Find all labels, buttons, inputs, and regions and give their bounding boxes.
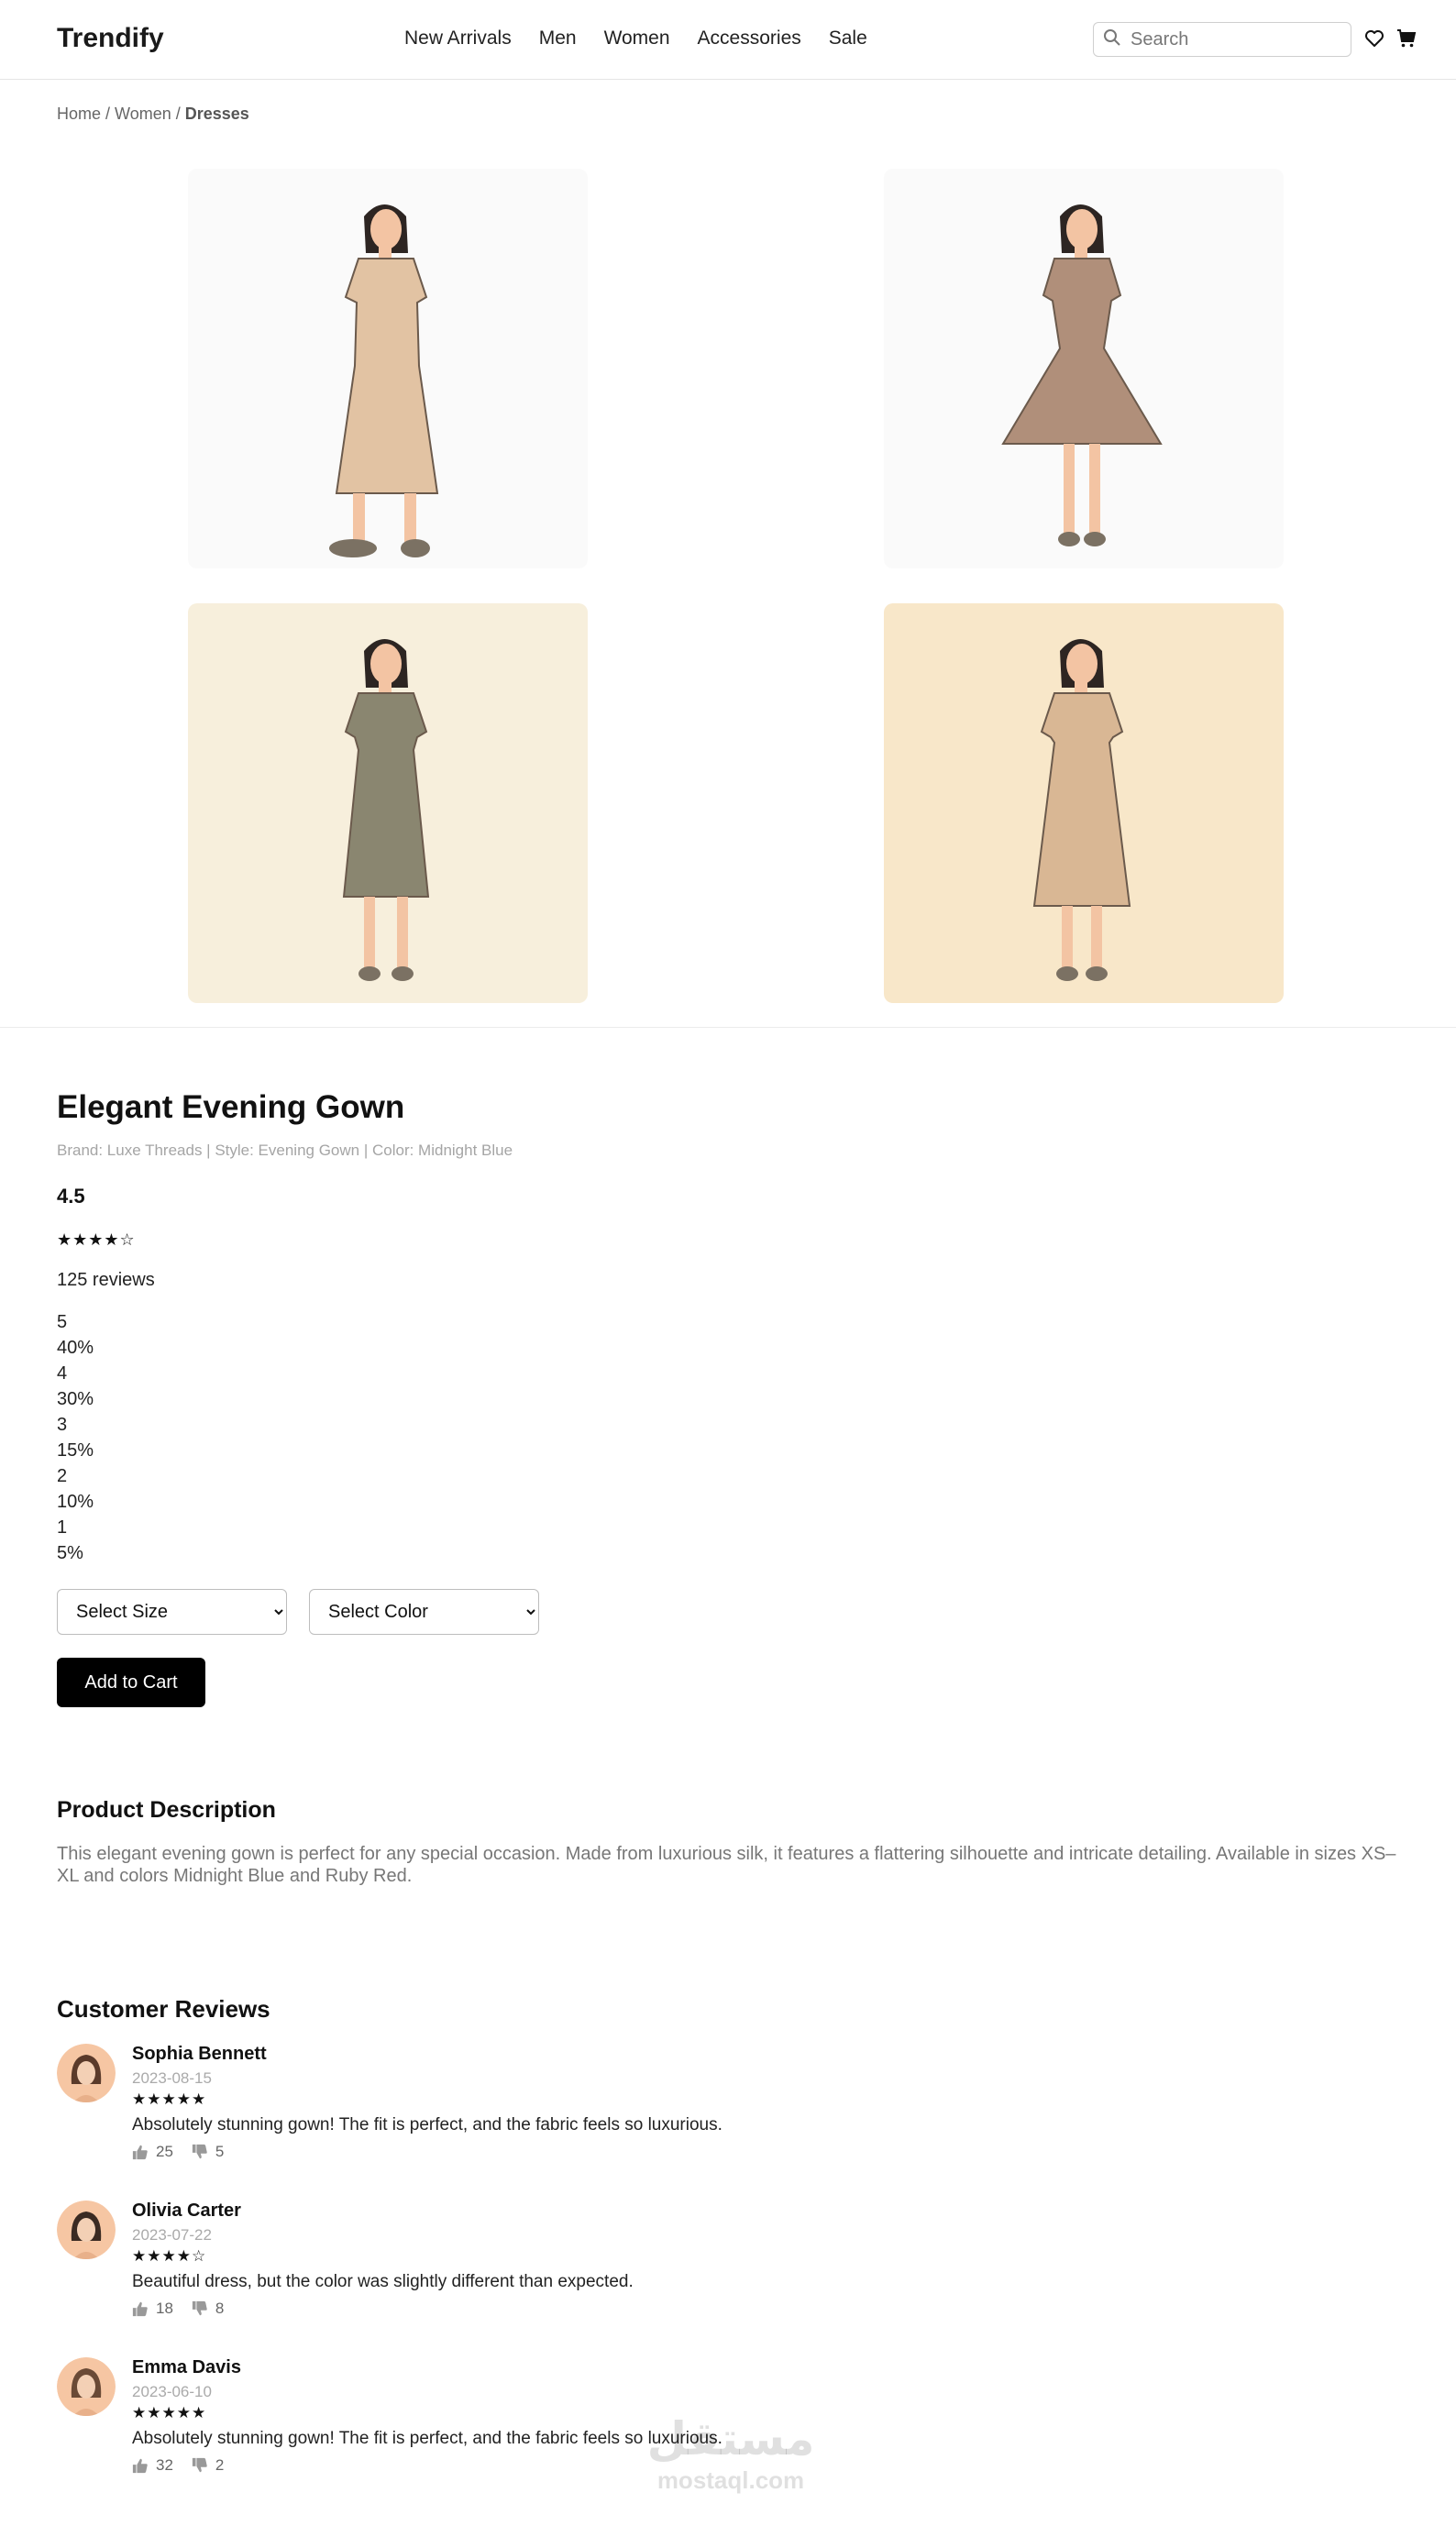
review-votes: 25 5 bbox=[132, 2143, 242, 2161]
watermark-url: mostaql.com bbox=[656, 2466, 805, 2494]
breadcrumb-home[interactable]: Home bbox=[57, 105, 101, 123]
review-text: Beautiful dress, but the color was sligh… bbox=[132, 2272, 634, 2291]
reviews-heading: Customer Reviews bbox=[57, 1995, 270, 2023]
avatar bbox=[57, 2201, 116, 2259]
color-select[interactable]: Select Color bbox=[309, 1589, 539, 1635]
review-votes: 32 2 bbox=[132, 2456, 242, 2475]
like-count: 25 bbox=[156, 2143, 173, 2160]
dislike-count: 2 bbox=[215, 2456, 225, 2474]
like-button[interactable]: 32 bbox=[132, 2456, 173, 2475]
breakdown-star-label: 2 bbox=[57, 1466, 68, 1486]
dress-illustration bbox=[188, 169, 588, 568]
breadcrumb-separator: / bbox=[101, 105, 116, 123]
nav-men[interactable]: Men bbox=[539, 28, 577, 50]
watermark: مستقل mostaql.com bbox=[634, 2411, 827, 2495]
dress-illustration bbox=[188, 603, 588, 1003]
reviewer-name: Olivia Carter bbox=[132, 2201, 241, 2221]
breakdown-percent: 15% bbox=[57, 1440, 94, 1461]
breadcrumb-women[interactable]: Women bbox=[115, 105, 171, 123]
dislike-button[interactable]: 8 bbox=[192, 2300, 224, 2318]
review-date: 2023-07-22 bbox=[132, 2226, 212, 2244]
breakdown-percent: 5% bbox=[57, 1543, 83, 1563]
review-date: 2023-08-15 bbox=[132, 2069, 212, 2087]
like-button[interactable]: 25 bbox=[132, 2143, 173, 2161]
main-nav: New Arrivals Men Women Accessories Sale bbox=[404, 28, 867, 50]
search-input[interactable] bbox=[1129, 28, 1343, 51]
breakdown-star-label: 5 bbox=[57, 1312, 68, 1332]
review-item: Olivia Carter 2023-07-22 ★★★★☆ Beautiful… bbox=[57, 2201, 882, 2338]
dress-illustration bbox=[884, 603, 1284, 1003]
heart-icon[interactable] bbox=[1363, 28, 1385, 50]
avatar bbox=[57, 2357, 116, 2416]
site-header: Trendify New Arrivals Men Women Accessor… bbox=[0, 0, 1456, 80]
nav-accessories[interactable]: Accessories bbox=[698, 28, 801, 50]
breakdown-percent: 40% bbox=[57, 1338, 94, 1358]
dress-image-2[interactable] bbox=[884, 169, 1284, 568]
rating-breakdown: 5 40% 4 30% 3 15% 2 10% 1 5% bbox=[57, 1309, 94, 1566]
breadcrumb-current: Dresses bbox=[184, 105, 249, 123]
review-text: Absolutely stunning gown! The fit is per… bbox=[132, 2115, 722, 2134]
breadcrumb-separator: / bbox=[171, 105, 185, 123]
site-logo[interactable]: Trendify bbox=[57, 23, 164, 54]
review-count[interactable]: 125 reviews bbox=[57, 1270, 155, 1291]
watermark-logo: مستقل bbox=[646, 2413, 815, 2465]
nav-women[interactable]: Women bbox=[604, 28, 670, 50]
breakdown-percent: 30% bbox=[57, 1389, 94, 1409]
review-date: 2023-06-10 bbox=[132, 2383, 212, 2400]
dislike-button[interactable]: 5 bbox=[192, 2143, 224, 2161]
nav-sale[interactable]: Sale bbox=[829, 28, 867, 50]
add-to-cart-button[interactable]: Add to Cart bbox=[57, 1658, 205, 1707]
product-meta: Brand: Luxe Threads | Style: Evening Gow… bbox=[57, 1142, 513, 1159]
nav-new-arrivals[interactable]: New Arrivals bbox=[404, 28, 512, 50]
review-stars: ★★★★☆ bbox=[132, 2247, 207, 2265]
thumbs-up-icon bbox=[132, 2458, 148, 2474]
description-heading: Product Description bbox=[57, 1797, 276, 1823]
like-button[interactable]: 18 bbox=[132, 2300, 173, 2318]
thumbs-up-icon bbox=[132, 2301, 148, 2317]
dislike-count: 8 bbox=[215, 2300, 225, 2317]
review-item: Sophia Bennett 2023-08-15 ★★★★★ Absolute… bbox=[57, 2044, 882, 2181]
product-title: Elegant Evening Gown bbox=[57, 1089, 405, 1125]
search-box[interactable] bbox=[1093, 22, 1351, 57]
like-count: 18 bbox=[156, 2300, 173, 2317]
description-text: This elegant evening gown is perfect for… bbox=[57, 1844, 1396, 1886]
review-stars: ★★★★★ bbox=[132, 2404, 207, 2421]
search-icon bbox=[1103, 28, 1121, 51]
dress-image-1[interactable] bbox=[188, 169, 588, 568]
breakdown-star-label: 4 bbox=[57, 1363, 68, 1384]
like-count: 32 bbox=[156, 2456, 173, 2474]
thumbs-down-icon bbox=[192, 2457, 207, 2473]
dress-image-3[interactable] bbox=[188, 603, 588, 1003]
dress-illustration bbox=[884, 169, 1284, 568]
dress-image-4[interactable] bbox=[884, 603, 1284, 1003]
breakdown-star-label: 3 bbox=[57, 1415, 68, 1435]
cart-icon[interactable] bbox=[1395, 28, 1417, 50]
size-select[interactable]: Select Size bbox=[57, 1589, 287, 1635]
review-votes: 18 8 bbox=[132, 2300, 242, 2318]
thumbs-down-icon bbox=[192, 2300, 207, 2316]
breadcrumb: Home / Women / Dresses bbox=[57, 105, 249, 124]
avatar bbox=[57, 2044, 116, 2102]
reviewer-name: Emma Davis bbox=[132, 2357, 241, 2377]
rating-stars: ★★★★☆ bbox=[57, 1230, 136, 1249]
section-divider bbox=[0, 1027, 1456, 1028]
dislike-count: 5 bbox=[215, 2143, 225, 2160]
rating-value: 4.5 bbox=[57, 1185, 85, 1208]
breakdown-star-label: 1 bbox=[57, 1517, 68, 1538]
thumbs-up-icon bbox=[132, 2145, 148, 2160]
breakdown-percent: 10% bbox=[57, 1492, 94, 1512]
review-stars: ★★★★★ bbox=[132, 2090, 207, 2108]
thumbs-down-icon bbox=[192, 2144, 207, 2159]
reviewer-name: Sophia Bennett bbox=[132, 2044, 267, 2064]
dislike-button[interactable]: 2 bbox=[192, 2456, 224, 2475]
